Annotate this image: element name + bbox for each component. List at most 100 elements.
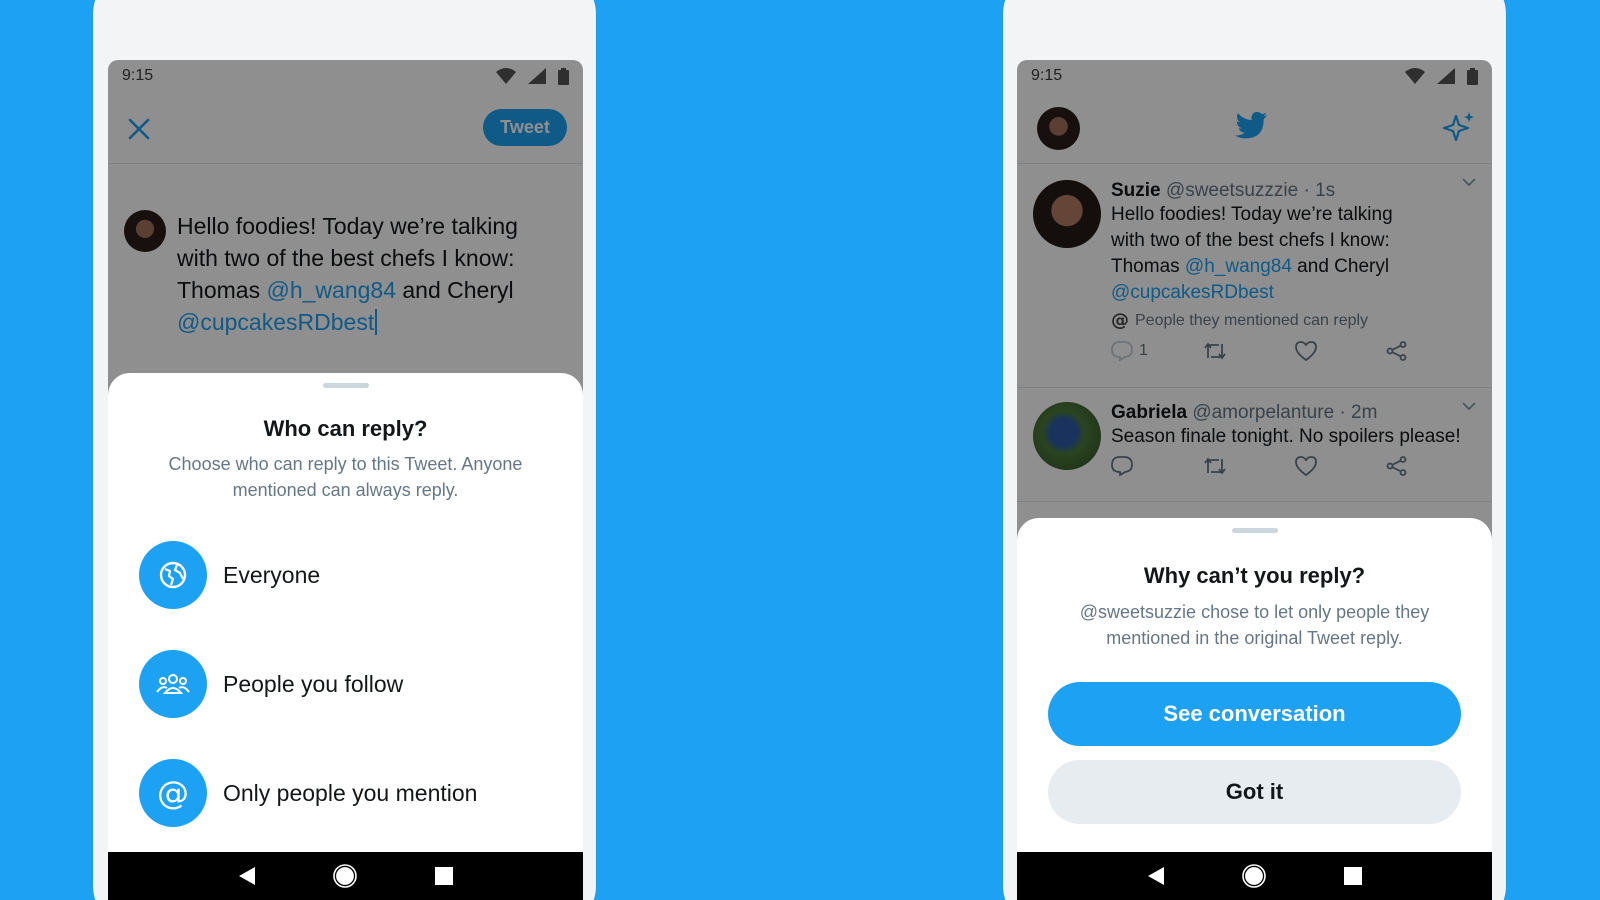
home-icon: [1242, 864, 1267, 888]
text-span: and Cheryl: [1291, 256, 1390, 277]
reply-icon: [1111, 341, 1133, 361]
timestamp: · 1s: [1303, 180, 1336, 201]
tweet-card[interactable]: Gabriela @amorpelanture · 2m Season fina…: [1017, 388, 1492, 502]
close-icon: [128, 118, 150, 140]
close-button[interactable]: [124, 114, 154, 144]
wifi-icon: [1405, 68, 1425, 84]
share-icon: [1386, 341, 1407, 361]
mention-link[interactable]: @h_wang84: [1185, 256, 1292, 277]
reply-button[interactable]: [1111, 456, 1203, 476]
home-button[interactable]: [1239, 861, 1269, 891]
back-icon: [1148, 867, 1165, 885]
status-time: 9:15: [122, 67, 154, 84]
sheet-title: Why can’t you reply?: [1143, 563, 1366, 588]
recents-icon: [434, 867, 453, 885]
text-span: Thomas: [1111, 256, 1185, 277]
tweet-text-input[interactable]: Hello foodies! Today we’re talking with t…: [177, 210, 518, 338]
text-line: Hello foodies! Today we’re talking: [1111, 202, 1478, 228]
display-name: Gabriela: [1111, 402, 1188, 423]
timestamp: · 2m: [1339, 402, 1378, 423]
tweet-card[interactable]: Suzie @sweetsuzzzie · 1s Hello foodies! …: [1017, 164, 1492, 388]
text-span: Thomas: [177, 277, 267, 303]
retweet-icon: [1204, 457, 1226, 475]
text-line: Hello foodies! Today we’re talking: [177, 210, 518, 242]
signal-icon: [1437, 68, 1455, 84]
text-line: with two of the best chefs I know:: [177, 242, 518, 274]
sheet-title: Who can reply?: [263, 416, 428, 441]
compose-area: Hello foodies! Today we’re talking with t…: [124, 210, 564, 338]
back-button[interactable]: [232, 861, 262, 891]
option-people-you-follow[interactable]: People you follow: [139, 650, 403, 718]
text-line: Thomas @h_wang84 and Cheryl: [1111, 254, 1478, 280]
tweet-actions: [1111, 456, 1478, 476]
tweet-text: Hello foodies! Today we’re talking with t…: [1111, 202, 1478, 306]
text-span: with two of the best chefs I know:: [177, 245, 515, 271]
text-line: @cupcakesRDbest: [177, 306, 518, 338]
at-sign-icon: @: [1111, 310, 1129, 331]
status-time: 9:15: [1031, 67, 1063, 84]
timeline-screen: 9:15 Suzie @sweetsuzzzie · 1s Hello food…: [1017, 60, 1492, 900]
option-everyone[interactable]: Everyone: [139, 541, 320, 609]
status-bar: 9:15: [1017, 60, 1492, 92]
at-sign-icon: @: [157, 774, 189, 812]
heart-icon: [1294, 456, 1317, 476]
reply-count: 1: [1139, 342, 1148, 359]
recents-icon: [1343, 867, 1362, 885]
android-nav-bar: [108, 852, 583, 900]
mention-link[interactable]: @cupcakesRDbest: [1111, 282, 1274, 303]
heart-icon: [1294, 341, 1317, 361]
globe-icon: [159, 561, 187, 589]
sheet-description: Choose who can reply to this Tweet. Anyo…: [168, 454, 523, 500]
like-button[interactable]: [1294, 456, 1387, 476]
twitter-bird-icon: [1235, 112, 1267, 139]
recents-button[interactable]: [1338, 861, 1368, 891]
option-label: People you follow: [223, 670, 404, 697]
like-button[interactable]: [1294, 341, 1387, 361]
see-conversation-button[interactable]: See conversation: [1048, 682, 1461, 746]
back-button[interactable]: [1141, 861, 1171, 891]
tweet-button[interactable]: Tweet: [483, 109, 567, 146]
reply-restricted-sheet: Why can’t you reply? @sweetsuzzie chose …: [1017, 518, 1492, 853]
reply-restriction-note: @ People they mentioned can reply: [1111, 310, 1369, 331]
compose-screen: 9:15 Tweet Hello foodies! Today we’re ta…: [108, 60, 583, 900]
tweet-header: Gabriela @amorpelanture · 2m: [1111, 402, 1478, 424]
tweet-actions: 1: [1111, 341, 1478, 361]
text-span: and Cheryl: [395, 277, 514, 303]
text-span: with two of the best chefs I know:: [1111, 230, 1390, 251]
profile-avatar[interactable]: [1037, 107, 1080, 150]
sparkle-icon[interactable]: [1442, 110, 1476, 144]
retweet-button[interactable]: [1203, 457, 1295, 475]
option-label: Everyone: [223, 561, 321, 588]
mention-link[interactable]: @h_wang84: [266, 277, 396, 303]
recents-button[interactable]: [429, 861, 459, 891]
compose-toolbar: Tweet: [108, 92, 583, 164]
option-only-people-you-mention[interactable]: @ Only people you mention: [139, 759, 477, 827]
avatar: [124, 210, 166, 252]
share-button[interactable]: [1386, 341, 1478, 361]
text-span: Hello foodies! Today we’re talking: [177, 213, 518, 239]
battery-icon: [1467, 67, 1478, 85]
android-nav-bar: [1017, 852, 1492, 900]
retweet-icon: [1204, 342, 1226, 360]
text-cursor: [375, 309, 378, 335]
signal-icon: [528, 68, 546, 84]
sheet-description: @sweetsuzzie chose to let only people th…: [1079, 602, 1430, 648]
mention-link[interactable]: @cupcakesRDbest: [177, 309, 374, 335]
sheet-drag-handle[interactable]: [322, 383, 369, 388]
home-button[interactable]: [330, 861, 360, 891]
avatar: [1033, 180, 1101, 248]
share-button[interactable]: [1386, 456, 1478, 476]
display-name: Suzie: [1111, 180, 1161, 201]
text-line: Season finale tonight. No spoilers pleas…: [1111, 424, 1478, 450]
tweet-header: Suzie @sweetsuzzzie · 1s: [1111, 180, 1478, 202]
text-span: Hello foodies! Today we’re talking: [1111, 204, 1393, 225]
retweet-button[interactable]: [1203, 342, 1295, 360]
reply-button: 1: [1111, 341, 1203, 361]
wifi-icon: [496, 68, 516, 84]
battery-icon: [558, 67, 569, 85]
got-it-button[interactable]: Got it: [1048, 760, 1461, 824]
text-line: with two of the best chefs I know:: [1111, 228, 1478, 254]
reply-settings-sheet: Who can reply? Choose who can reply to t…: [108, 373, 583, 853]
sheet-drag-handle[interactable]: [1231, 528, 1278, 533]
share-icon: [1386, 456, 1407, 476]
